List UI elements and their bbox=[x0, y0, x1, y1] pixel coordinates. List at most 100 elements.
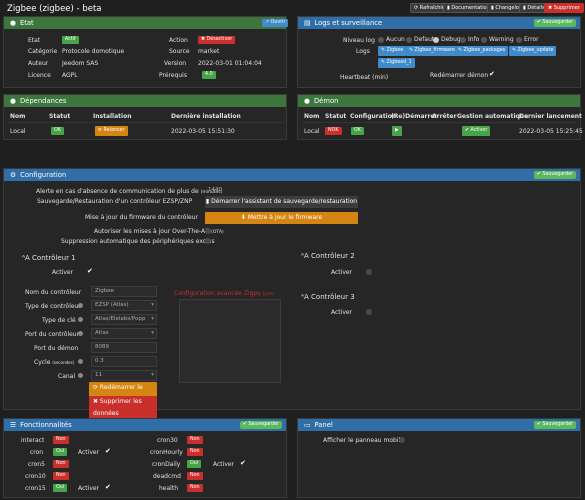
divider bbox=[302, 122, 578, 123]
mobile-panel-label: Afficher le panneau mobile bbox=[323, 437, 404, 444]
niveau-log-label: Niveau log bbox=[343, 37, 375, 44]
demon-status-badge: NOK bbox=[325, 127, 342, 135]
func-activer-label: Activer bbox=[78, 449, 100, 456]
auto-manage-button[interactable]: ✔ Activer bbox=[462, 126, 491, 136]
c1-cle-select[interactable]: Atlas/Elelabs/Popp bbox=[91, 314, 157, 325]
logs-header: ▤ Logs et surveillance ✔ Sauvegarder bbox=[298, 17, 580, 29]
relaunch-deps-button[interactable]: ⟳ Relancer bbox=[95, 126, 128, 136]
demon-panel: ● Démon Nom Statut Configuration (Re)Dém… bbox=[297, 94, 583, 140]
func-name: cron15 bbox=[25, 485, 46, 492]
etat-title: Etat bbox=[19, 19, 34, 27]
level-radio-info[interactable] bbox=[460, 37, 466, 43]
log-zigbee-firmware-button[interactable]: ✎ Zigbee_firmware bbox=[406, 46, 458, 56]
font-icon: ᴬA bbox=[301, 293, 309, 301]
prerequis-badge: 4.0 bbox=[202, 71, 216, 79]
c1-activer-check-icon[interactable]: ✔ bbox=[87, 267, 93, 275]
cron-activer-check-icon[interactable]: ✔ bbox=[105, 447, 111, 455]
level-error: Error bbox=[524, 36, 539, 43]
func-name: cron10 bbox=[25, 473, 46, 480]
func-name: cron5 bbox=[28, 461, 45, 468]
help-icon[interactable] bbox=[78, 373, 83, 378]
c1-nom-input[interactable]: Zigbee bbox=[91, 286, 157, 297]
version-label: Version bbox=[164, 60, 187, 67]
categorie-value: Protocole domotique bbox=[62, 48, 125, 55]
level-radio-debug[interactable] bbox=[433, 37, 439, 43]
logs-panel: ▤ Logs et surveillance ✔ Sauvegarder Niv… bbox=[297, 16, 581, 88]
licence-label: Licence bbox=[28, 72, 51, 79]
configuration-panel: ⚙ Configuration ✔ Sauvegarder Alerte en … bbox=[3, 168, 581, 420]
window-icon: ▭ bbox=[304, 421, 311, 429]
check-icon[interactable]: ✔ bbox=[489, 70, 495, 78]
config-save-button[interactable]: ✔ Sauvegarder bbox=[533, 171, 576, 179]
cron15-activer-check-icon[interactable]: ✔ bbox=[105, 483, 111, 491]
log-zigbee-update-button[interactable]: ✎ Zigbee_update bbox=[509, 46, 557, 56]
exclude-label: Suppression automatique des périphérique… bbox=[61, 238, 215, 245]
backup-assistant-button[interactable]: ▮ Démarrer l'assistant de sauvegarde/res… bbox=[205, 196, 358, 208]
controller3-title: ᴬA Contrôleur 3 bbox=[301, 293, 355, 301]
log-zigbee-button[interactable]: ✎ Zigbee bbox=[378, 46, 407, 56]
prerequis-label: Prérequis bbox=[159, 72, 187, 79]
func-activer-label: Activer bbox=[213, 461, 235, 468]
func-state-badge: Oui bbox=[53, 484, 68, 492]
func-name: cron30 bbox=[157, 437, 178, 444]
c1-type-select[interactable]: EZSP (Atlas) bbox=[91, 300, 157, 311]
list-icon: ☰ bbox=[10, 421, 17, 429]
demon-col-stop: Arrêter bbox=[432, 113, 457, 120]
demon-col-nom: Nom bbox=[304, 113, 320, 120]
zigpy-json-textarea[interactable] bbox=[179, 299, 281, 383]
func-state-badge: Non bbox=[187, 484, 203, 492]
c1-canal-select[interactable]: 11 bbox=[91, 370, 157, 381]
update-firmware-button[interactable]: ⬇ Mettre à jour le firmware bbox=[205, 212, 358, 224]
level-debug: Debug bbox=[441, 36, 461, 43]
help-icon[interactable] bbox=[78, 317, 83, 322]
func-state-badge: Non bbox=[53, 460, 69, 468]
c3-activer-toggle[interactable] bbox=[366, 309, 372, 315]
c1-type-label: Type de contrôleur bbox=[25, 303, 81, 310]
help-icon[interactable] bbox=[78, 331, 83, 336]
panel-save-button[interactable]: ✔ Sauvegarder bbox=[533, 421, 576, 429]
delete-data-button[interactable]: ✖ Supprimer les données bbox=[89, 396, 157, 420]
mobile-panel-toggle[interactable] bbox=[399, 437, 405, 443]
level-radio-aucun[interactable] bbox=[378, 37, 384, 43]
log-zigbeed-button[interactable]: ✎ Zigbeed_1 bbox=[378, 58, 415, 68]
level-aucun: Aucun bbox=[386, 36, 405, 43]
level-radio-warning[interactable] bbox=[481, 37, 487, 43]
disable-button[interactable]: ✖ Désactiver bbox=[198, 36, 236, 44]
crondaily-activer-check-icon[interactable]: ✔ bbox=[240, 459, 246, 467]
c1-port-select[interactable]: Atlas bbox=[91, 328, 157, 339]
c1-cycle-input[interactable]: 0.3 bbox=[91, 356, 157, 367]
func-name: cron bbox=[30, 449, 44, 456]
c1-demon-port-label: Port du démon bbox=[34, 345, 79, 352]
fonctions-save-button[interactable]: ✔ Sauvegarder bbox=[239, 421, 282, 429]
help-icon[interactable] bbox=[78, 359, 83, 364]
delete-plugin-button[interactable]: ✖ Supprimer bbox=[544, 3, 584, 13]
fonctionnalites-panel: ☰ Fonctionnalités ✔ Sauvegarder interact… bbox=[3, 418, 287, 498]
restart-daemon-label: Redémarrer démon bbox=[430, 72, 489, 79]
ota-toggle[interactable] bbox=[205, 228, 211, 234]
demon-col-statut: Statut bbox=[325, 113, 347, 120]
level-radio-error[interactable] bbox=[516, 37, 522, 43]
deps-col-statut: Statut bbox=[49, 113, 71, 120]
firmware-label: Mise à jour du firmware du contrôleur bbox=[85, 214, 198, 221]
help-icon[interactable] bbox=[78, 303, 83, 308]
logs-save-button[interactable]: ✔ Sauvegarder bbox=[533, 19, 576, 27]
config-header: ⚙ Configuration ✔ Sauvegarder bbox=[4, 169, 580, 181]
deps-col-installation: Installation bbox=[93, 113, 132, 120]
file-icon: ▤ bbox=[304, 19, 311, 27]
start-daemon-button[interactable]: ▶ bbox=[392, 126, 402, 136]
deps-row-nom: Local bbox=[10, 128, 26, 135]
open-button[interactable]: ↗ Ouvrir bbox=[262, 19, 289, 27]
gears-icon: ⚙ bbox=[10, 171, 17, 179]
exclude-toggle[interactable] bbox=[205, 238, 211, 244]
func-state-badge: Non bbox=[187, 472, 203, 480]
action-label: Action bbox=[169, 37, 188, 44]
deps-status-badge: OK bbox=[51, 127, 64, 135]
level-info: Info bbox=[468, 36, 480, 43]
deps-col-nom: Nom bbox=[10, 113, 26, 120]
c1-demon-port-input[interactable]: 8089 bbox=[91, 342, 157, 353]
level-radio-defaut[interactable] bbox=[406, 37, 412, 43]
circle-icon: ● bbox=[10, 97, 16, 105]
c2-activer-toggle[interactable] bbox=[366, 269, 372, 275]
func-activer-label: Activer bbox=[78, 485, 100, 492]
log-zigbee-packages-button[interactable]: ✎ Zigbee_packages bbox=[455, 46, 509, 56]
